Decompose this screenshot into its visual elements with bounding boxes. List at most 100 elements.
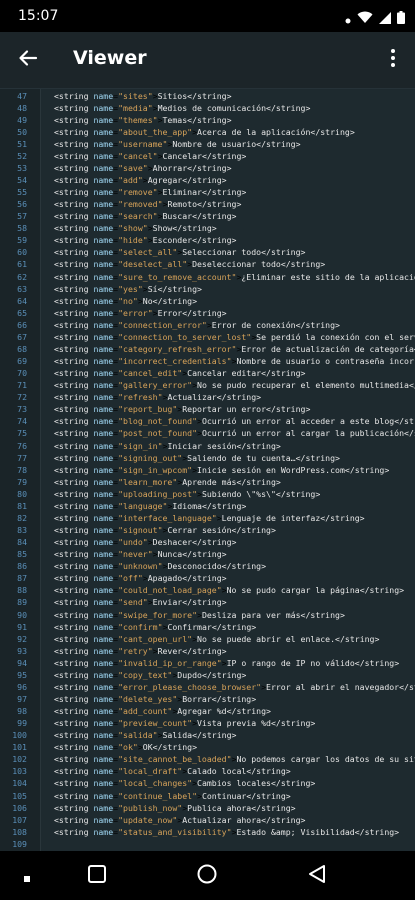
close-tag: </string> — [359, 585, 405, 596]
attr-name: name — [93, 331, 114, 342]
string-value: Dupdo — [177, 669, 202, 680]
attr-name: name — [93, 778, 114, 789]
open-tag: <string — [54, 488, 89, 499]
close-tag: </string> — [300, 609, 345, 620]
code-line: 63 <string name="yes">Sí</string> — [0, 283, 415, 295]
code-line: 96 <string name="error_please_choose_brow… — [0, 681, 415, 693]
code-line: 108 <string name="status_and_visibility">… — [0, 826, 415, 838]
open-tag: <string — [54, 464, 89, 475]
attr-name: name — [93, 259, 114, 270]
attr-name: name — [93, 138, 114, 149]
string-value: No se pudo cargar la página — [226, 585, 360, 596]
line-number: 72 — [17, 392, 27, 403]
string-value: Esconder — [152, 235, 193, 246]
open-tag: <string — [54, 681, 89, 692]
string-key: undo — [123, 537, 143, 548]
open-tag: <string — [54, 802, 89, 813]
code-line: 93 <string name="retry">Rever</string> — [0, 645, 415, 657]
close-tag: </string> — [344, 464, 390, 475]
open-tag: <string — [54, 295, 89, 306]
line-number: 73 — [17, 404, 27, 415]
code-line: 106 <string name="publish_now">Publica ah… — [0, 802, 415, 814]
close-tag: </string> — [211, 621, 257, 632]
close-tag: </string> — [182, 645, 227, 656]
open-tag: <string — [54, 174, 89, 185]
code-line: 50 <string name="about_the_app">Acerca de… — [0, 126, 415, 138]
string-key: yes — [123, 283, 138, 294]
line-number: 79 — [17, 476, 27, 487]
open-tag: <string — [54, 114, 89, 125]
attr-name: name — [93, 187, 114, 198]
close-tag: </string> — [246, 766, 291, 777]
close-tag: </string> — [172, 223, 217, 234]
code-line: 72 <string name="refresh">Actualizar</str… — [0, 391, 415, 403]
close-tag: </string> — [270, 718, 316, 729]
string-key: username — [123, 138, 163, 149]
string-value: Reportar un error — [182, 404, 267, 415]
open-tag: <string — [54, 150, 89, 161]
line-number: 62 — [17, 271, 27, 282]
recent-dot-button[interactable] — [20, 865, 34, 887]
close-tag: </string> — [187, 162, 232, 173]
open-tag: <string — [54, 549, 89, 560]
string-key: cancel_edit — [123, 368, 178, 379]
open-tag: <string — [54, 404, 89, 415]
code-line: 70 <string name="cancel_edit">Cancelar ed… — [0, 367, 415, 379]
code-line: 107 <string name="update_now">Actualizar … — [0, 814, 415, 826]
code-line: 54 <string name="add">Agregar</string> — [0, 174, 415, 186]
page-title: Viewer — [73, 47, 147, 69]
code-line: 67 <string name="connection_to_server_los… — [0, 331, 415, 343]
string-value: Medios de comunicación — [157, 102, 267, 113]
line-number: 71 — [17, 380, 27, 391]
line-number: 74 — [17, 416, 27, 427]
open-tag: <string — [54, 718, 89, 729]
back-nav-button[interactable] — [306, 865, 328, 887]
code-viewer[interactable]: 47 <string name="sites">Sitios</string> 48… — [0, 89, 415, 851]
close-tag: </string> — [182, 597, 227, 608]
attr-name: name — [93, 826, 114, 837]
line-number: 78 — [17, 464, 27, 475]
back-triangle-icon — [308, 864, 326, 888]
string-value: Acerca de la aplicación — [197, 126, 311, 137]
attr-name: name — [93, 452, 114, 463]
string-value: Idioma — [172, 500, 202, 511]
code-line: 64 <string name="no">No</string> — [0, 295, 415, 307]
attr-name: name — [93, 392, 114, 403]
notification-dot-icon — [345, 9, 351, 28]
more-options-button[interactable] — [381, 46, 405, 74]
line-number: 68 — [17, 343, 27, 354]
close-tag: </string> — [394, 416, 415, 427]
code-line: 68 <string name="category_refresh_error">… — [0, 343, 415, 355]
string-value: Calado local — [187, 766, 247, 777]
attr-name: name — [93, 681, 114, 692]
code-line: 75 <string name="post_not_found">Ocurrió … — [0, 427, 415, 439]
string-value: Aprende más — [182, 476, 237, 487]
string-value: Buscar — [162, 211, 193, 222]
string-value: Error al abrir el navegador — [266, 681, 400, 692]
attr-name: name — [93, 573, 114, 584]
home-button[interactable] — [196, 864, 218, 887]
code-line: 89 <string name="send">Enviar</string> — [0, 596, 415, 608]
overview-button[interactable] — [86, 865, 108, 887]
close-tag: </string> — [221, 561, 267, 572]
code-line: 109 — [0, 838, 415, 850]
line-number: 103 — [12, 766, 27, 777]
string-value: Seleccionar todo — [182, 247, 262, 258]
overview-square-icon — [88, 865, 106, 887]
string-key: publish_now — [123, 802, 178, 813]
string-key: learn_more — [123, 476, 173, 487]
code-line: 104 <string name="local_changes">Cambios … — [0, 777, 415, 789]
string-key: remove — [123, 187, 153, 198]
back-button[interactable] — [14, 46, 42, 74]
attr-name: name — [93, 343, 114, 354]
close-tag: </string> — [226, 706, 271, 717]
string-value: Inicie sesión en WordPress.com — [197, 464, 345, 475]
string-value: Iniciar sesión — [167, 440, 237, 451]
attr-name: name — [93, 621, 114, 632]
line-number: 69 — [17, 356, 27, 367]
code-line: 52 <string name="cancel">Cancelar</string… — [0, 150, 415, 162]
string-key: site_cannot_be_loaded — [123, 754, 227, 765]
string-value: Actualizar ahora — [182, 814, 262, 825]
close-tag: </string> — [152, 295, 198, 306]
string-key: sure_to_remove_account — [123, 271, 232, 282]
